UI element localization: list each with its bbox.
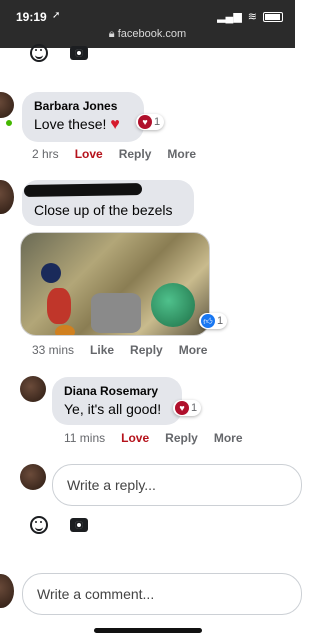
reaction-summary[interactable]: 👍︎ 1 bbox=[199, 313, 228, 329]
reply-text: Ye, it's all good! bbox=[64, 401, 162, 417]
photo-detail bbox=[55, 325, 75, 335]
avatar bbox=[20, 464, 46, 490]
photo-detail bbox=[151, 283, 195, 327]
love-button[interactable]: Love bbox=[75, 147, 103, 161]
comment-text: Close up of the bezels bbox=[34, 202, 173, 218]
reply-attachment-row bbox=[30, 516, 88, 534]
lock-icon: 🔒︎ bbox=[108, 28, 118, 40]
wifi-icon: ≋ bbox=[247, 11, 257, 23]
reaction-count: 1 bbox=[154, 116, 161, 128]
comment-bubble[interactable]: Barbara Jones Love these! ♥ bbox=[22, 92, 144, 142]
online-status-dot bbox=[4, 118, 14, 128]
comment-actions: 33 mins Like Reply More bbox=[32, 343, 207, 357]
reaction-count: 1 bbox=[217, 315, 224, 327]
reply-button[interactable]: Reply bbox=[130, 343, 163, 357]
photo-detail bbox=[47, 288, 71, 324]
avatar[interactable] bbox=[0, 180, 14, 214]
more-button[interactable]: More bbox=[179, 343, 208, 357]
signal-icon: ▂▄▆ bbox=[217, 11, 242, 23]
reply-input[interactable]: Write a reply... bbox=[52, 464, 302, 506]
comment-time[interactable]: 2 hrs bbox=[32, 147, 59, 161]
comment-text: Love these! ♥ bbox=[34, 116, 132, 134]
reply-time[interactable]: 11 mins bbox=[64, 431, 105, 445]
status-icons: ▂▄▆ ≋ bbox=[217, 10, 283, 23]
heart-icon: ♥ bbox=[110, 116, 120, 133]
avatar[interactable] bbox=[0, 92, 14, 118]
reaction-summary[interactable]: ♥ 1 bbox=[173, 400, 202, 416]
redacted-author-name bbox=[23, 182, 143, 198]
reply-author[interactable]: Diana Rosemary bbox=[64, 384, 170, 398]
reply-button[interactable]: Reply bbox=[119, 147, 152, 161]
comment-author[interactable]: Barbara Jones bbox=[34, 99, 132, 113]
status-bar: 19:19 ➚ ▂▄▆ ≋ 🔒︎ facebook.com bbox=[0, 0, 295, 48]
avatar bbox=[0, 574, 14, 608]
comment-photo[interactable] bbox=[20, 232, 210, 336]
reply-button[interactable]: Reply bbox=[165, 431, 198, 445]
battery-icon bbox=[263, 11, 283, 22]
location-icon: ➚ bbox=[52, 10, 61, 21]
like-button[interactable]: Like bbox=[90, 343, 114, 357]
comment-body: Love these! bbox=[34, 116, 107, 132]
smiley-icon[interactable] bbox=[30, 44, 48, 62]
reaction-summary[interactable]: ♥ 1 bbox=[136, 114, 165, 130]
reply-bubble[interactable]: Diana Rosemary Ye, it's all good! bbox=[52, 377, 182, 425]
status-time: 19:19 bbox=[16, 10, 47, 24]
smiley-icon[interactable] bbox=[30, 516, 48, 534]
reply-actions: 11 mins Love Reply More bbox=[64, 431, 243, 445]
camera-icon[interactable] bbox=[70, 518, 88, 532]
photo-detail bbox=[41, 263, 61, 283]
url-text: facebook.com bbox=[117, 28, 187, 40]
camera-icon[interactable] bbox=[70, 46, 88, 60]
love-button[interactable]: Love bbox=[121, 431, 149, 445]
comment-input-placeholder: Write a comment... bbox=[37, 586, 155, 602]
more-button[interactable]: More bbox=[167, 147, 196, 161]
like-reaction-icon: 👍︎ bbox=[201, 314, 215, 328]
love-reaction-icon: ♥ bbox=[175, 401, 189, 415]
address-bar[interactable]: 🔒︎ facebook.com bbox=[0, 28, 295, 41]
more-button[interactable]: More bbox=[214, 431, 243, 445]
comment-time[interactable]: 33 mins bbox=[32, 343, 74, 357]
avatar[interactable] bbox=[20, 376, 46, 402]
comment-actions: 2 hrs Love Reply More bbox=[32, 147, 196, 161]
reaction-count: 1 bbox=[191, 402, 198, 414]
reply-input-placeholder: Write a reply... bbox=[67, 477, 156, 493]
comment-input[interactable]: Write a comment... bbox=[22, 573, 302, 615]
home-indicator[interactable] bbox=[94, 628, 202, 633]
love-reaction-icon: ♥ bbox=[138, 115, 152, 129]
photo-detail bbox=[91, 293, 141, 333]
top-attachment-row bbox=[30, 44, 88, 62]
